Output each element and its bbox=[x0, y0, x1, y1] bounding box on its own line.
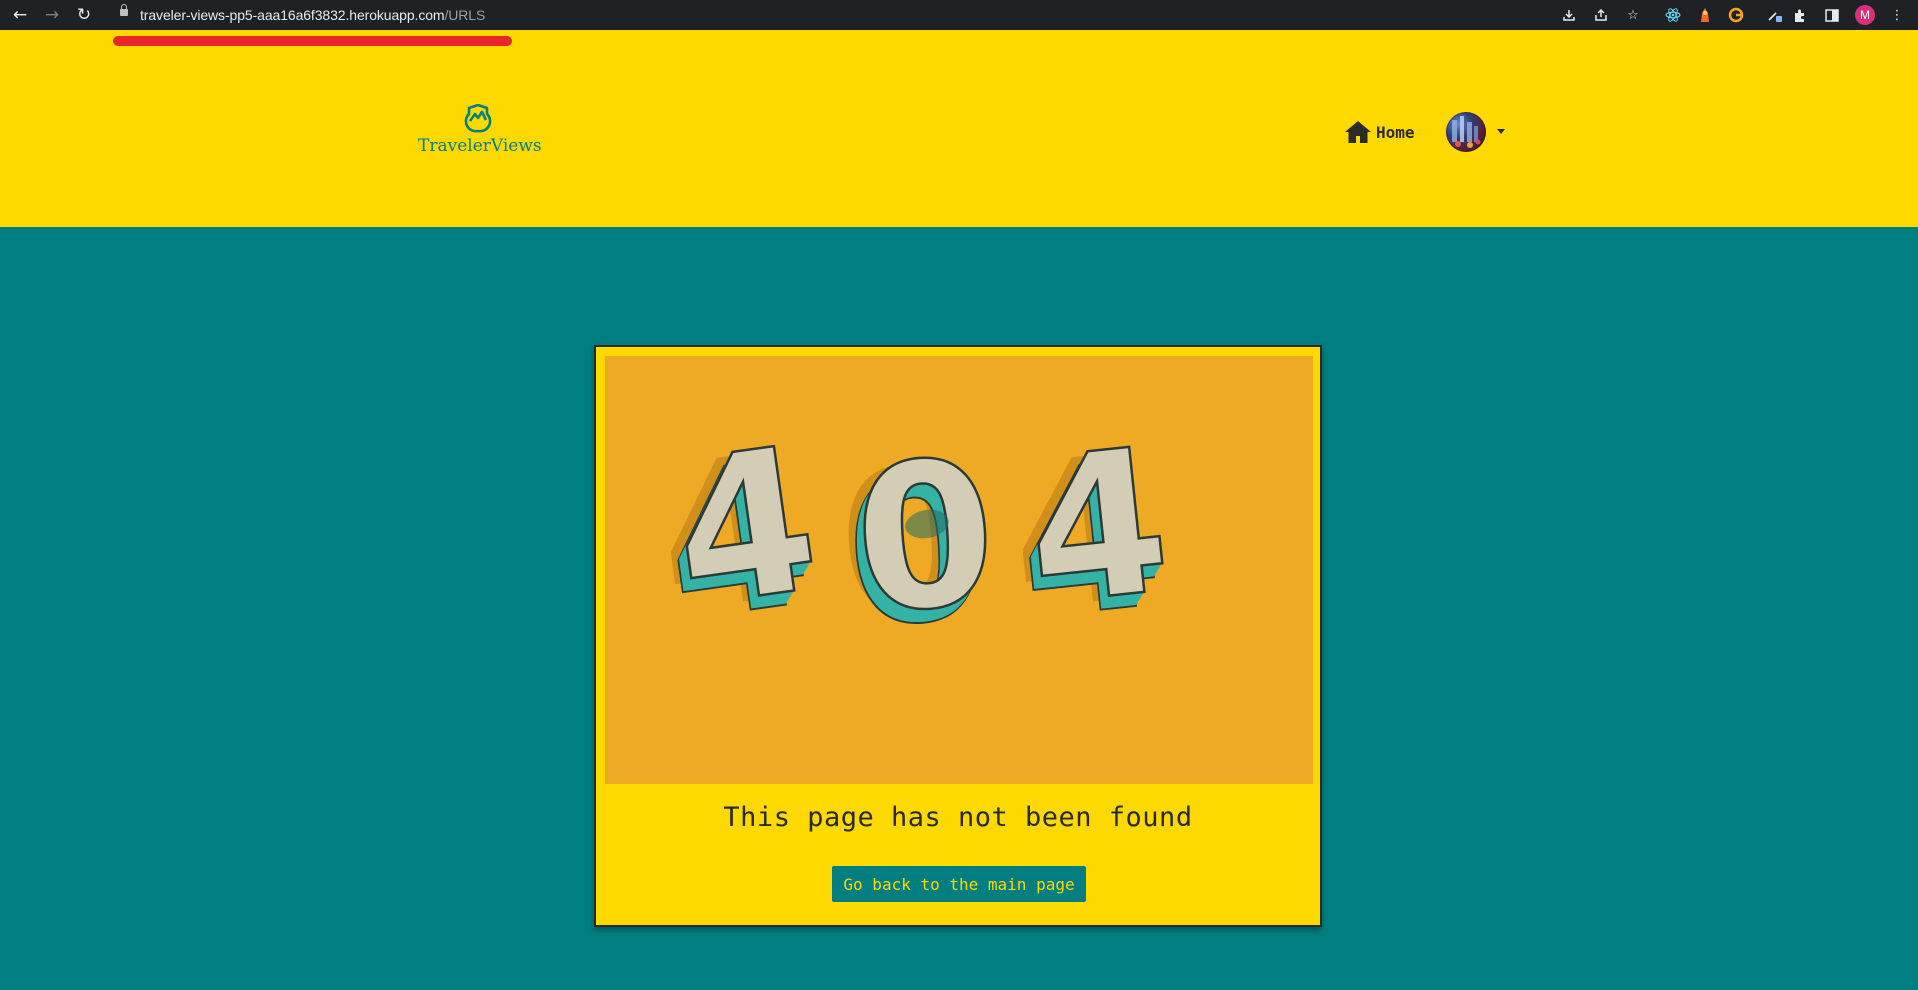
url-path: /URLS bbox=[444, 7, 486, 23]
eyedropper-icon[interactable] bbox=[1766, 6, 1784, 24]
url-host: traveler-views-pp5-aaa16a6f3832.herokuap… bbox=[140, 7, 445, 23]
404-illustration: 4444444444444444000000000000000044444444… bbox=[605, 356, 1313, 784]
brand-link[interactable]: TravelerViews bbox=[418, 104, 542, 156]
download-icon[interactable] bbox=[1560, 6, 1578, 24]
back-arrow-icon[interactable]: ← bbox=[9, 4, 31, 26]
nav-home-label: Home bbox=[1376, 122, 1415, 142]
mountain-badge-logo-icon bbox=[464, 104, 492, 133]
digit-2-face: 4 bbox=[1016, 405, 1179, 651]
profile-avatar[interactable]: M bbox=[1855, 5, 1875, 25]
lock-icon[interactable] bbox=[120, 4, 128, 16]
react-devtools-icon[interactable] bbox=[1664, 6, 1682, 24]
404-illustration-svg: 4444444444444444000000000000000044444444… bbox=[644, 402, 1180, 674]
browser-toolbar: ← → ↻ traveler-views-pp5-aaa16a6f3832.he… bbox=[0, 0, 1918, 30]
annotation-underline bbox=[113, 36, 512, 46]
go-back-button[interactable]: Go back to the main page bbox=[832, 866, 1086, 902]
side-panel-icon[interactable] bbox=[1823, 6, 1841, 24]
avatar-photo bbox=[1452, 116, 1481, 148]
address-bar[interactable]: traveler-views-pp5-aaa16a6f3832.herokuap… bbox=[106, 2, 1652, 28]
share-icon[interactable] bbox=[1592, 6, 1610, 24]
home-icon bbox=[1345, 121, 1371, 143]
not-found-message: This page has not been found bbox=[723, 802, 1193, 833]
grammarly-icon[interactable] bbox=[1727, 6, 1745, 24]
url-text[interactable]: traveler-views-pp5-aaa16a6f3832.herokuap… bbox=[140, 7, 485, 23]
forward-arrow-icon[interactable]: → bbox=[41, 4, 63, 26]
extension-icon[interactable] bbox=[1696, 6, 1714, 24]
site-header: TravelerViews Home bbox=[0, 30, 1918, 227]
puzzle-extensions-icon[interactable] bbox=[1791, 6, 1809, 24]
dropdown-caret-icon[interactable] bbox=[1497, 129, 1505, 134]
bookmark-star-icon[interactable]: ☆ bbox=[1624, 6, 1642, 24]
not-found-card: 4444444444444444000000000000000044444444… bbox=[594, 345, 1322, 927]
brand-name: TravelerViews bbox=[418, 136, 542, 156]
reload-icon[interactable]: ↻ bbox=[73, 4, 95, 26]
user-avatar[interactable] bbox=[1446, 112, 1486, 152]
kebab-menu-icon[interactable]: ⋮ bbox=[1888, 6, 1906, 24]
nav-home-link[interactable]: Home bbox=[1344, 118, 1415, 146]
